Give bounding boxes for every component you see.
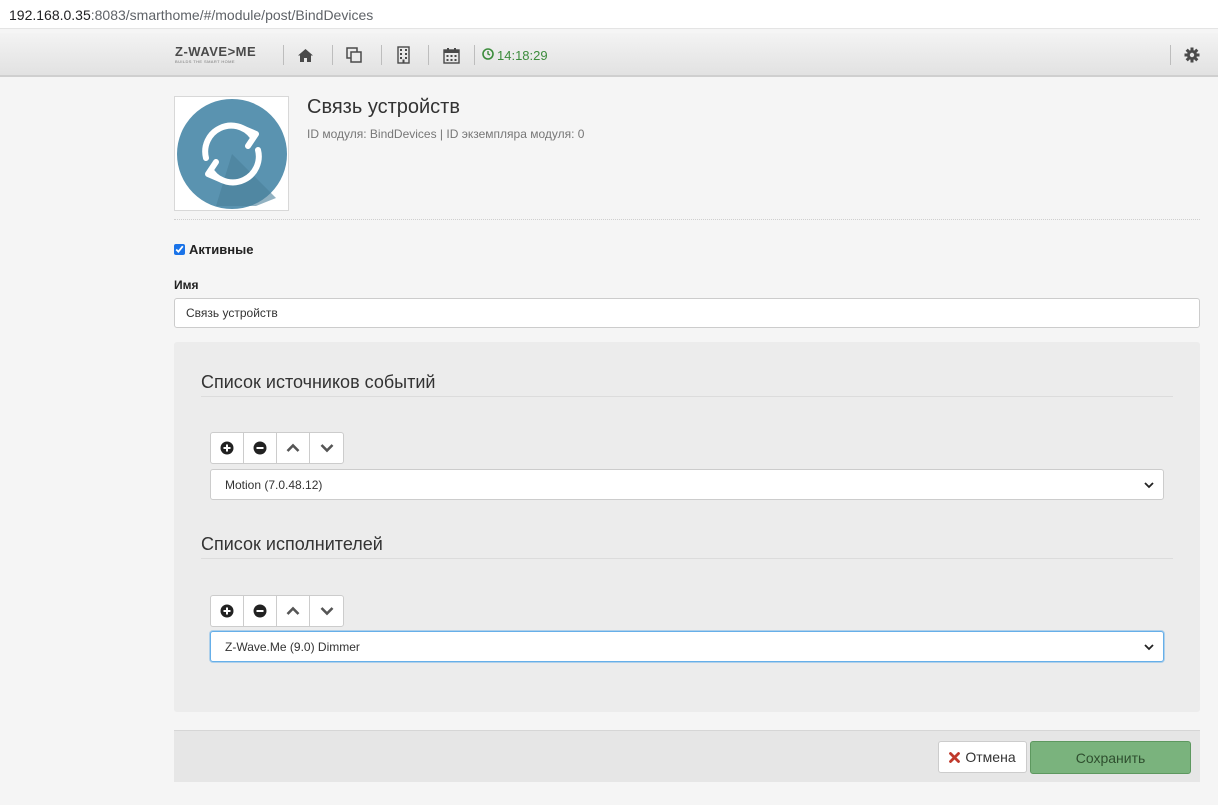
zwave-logo[interactable]: Z-WAVE>ME BUILDS THE SMART HOME: [175, 45, 265, 67]
target-device-value: Z-Wave.Me (9.0) Dimmer: [225, 639, 360, 654]
nav-divider: [1170, 45, 1171, 65]
address-bar[interactable]: 192.168.0.35:8083/smarthome/#/module/pos…: [0, 0, 1218, 29]
home-icon[interactable]: [295, 45, 315, 65]
refresh-icon: [176, 98, 287, 209]
move-target-down-button[interactable]: [310, 596, 343, 626]
source-device-value: Motion (7.0.48.12): [225, 477, 323, 492]
nav-divider: [381, 45, 382, 65]
logo-tagline: BUILDS THE SMART HOME: [175, 59, 235, 64]
source-device-select[interactable]: Motion (7.0.48.12): [210, 469, 1164, 500]
minus-circle-icon: [253, 441, 267, 455]
chevron-down-icon: [320, 607, 333, 616]
building-icon[interactable]: [393, 45, 413, 65]
close-icon: [949, 751, 961, 763]
nav-divider: [428, 45, 429, 65]
sources-title: Список источников событий: [201, 372, 436, 392]
name-input[interactable]: [174, 298, 1200, 328]
divider: [174, 219, 1200, 220]
remove-target-button[interactable]: [244, 596, 277, 626]
add-source-button[interactable]: [211, 433, 244, 463]
cancel-label: Отмена: [965, 749, 1016, 765]
targets-divider: [201, 558, 1173, 559]
logo-text: Z-WAVE>ME: [175, 44, 257, 59]
url-path: :8083/smarthome/#/module/post/BindDevice…: [90, 7, 374, 23]
sources-divider: [201, 396, 1173, 397]
move-target-up-button[interactable]: [277, 596, 310, 626]
cancel-button[interactable]: Отмена: [938, 741, 1027, 773]
target-device-select[interactable]: Z-Wave.Me (9.0) Dimmer: [210, 631, 1164, 662]
address-url[interactable]: 192.168.0.35:8083/smarthome/#/module/pos…: [9, 7, 373, 23]
nav-divider: [283, 45, 284, 65]
plus-circle-icon: [220, 604, 234, 618]
save-label: Сохранить: [1075, 749, 1146, 766]
add-target-button[interactable]: [211, 596, 244, 626]
gear-icon[interactable]: [1182, 45, 1202, 65]
active-checkbox-row[interactable]: Активные: [174, 242, 253, 257]
minus-circle-icon: [253, 604, 267, 618]
nav-clock: 14:18:29: [482, 48, 548, 63]
copy-icon[interactable]: [344, 45, 364, 65]
calendar-icon[interactable]: [441, 45, 461, 65]
page-title: Связь устройств: [307, 96, 460, 118]
chevron-up-icon: [286, 443, 300, 452]
plus-circle-icon: [220, 441, 234, 455]
chevron-up-icon: [286, 606, 300, 615]
url-host: 192.168.0.35: [9, 7, 91, 23]
move-source-down-button[interactable]: [310, 433, 343, 463]
clock-icon: [482, 48, 494, 63]
clock-time: 14:18:29: [497, 48, 548, 63]
active-checkbox[interactable]: [174, 244, 185, 255]
nav-divider: [474, 45, 475, 65]
form-footer: Отмена Сохранить: [174, 730, 1200, 782]
name-label: Имя: [174, 278, 199, 292]
module-id-info: ID модуля: BindDevices | ID экземпляра м…: [307, 127, 585, 141]
chevron-down-icon: [320, 444, 333, 453]
remove-source-button[interactable]: [244, 433, 277, 463]
save-button[interactable]: Сохранить: [1030, 741, 1191, 774]
top-navbar: Z-WAVE>ME BUILDS THE SMART HOME 14:18:29: [0, 33, 1218, 77]
targets-toolbar: [210, 595, 344, 627]
nav-divider: [332, 45, 333, 65]
targets-title: Список исполнителей: [201, 534, 383, 554]
sources-toolbar: [210, 432, 344, 464]
chevron-down-icon: [1144, 644, 1154, 651]
active-label: Активные: [189, 242, 254, 257]
devices-panel: Список источников событий Motion (7.0.48…: [174, 342, 1200, 712]
move-source-up-button[interactable]: [277, 433, 310, 463]
module-image: [174, 96, 289, 211]
chevron-down-icon: [1144, 482, 1154, 489]
